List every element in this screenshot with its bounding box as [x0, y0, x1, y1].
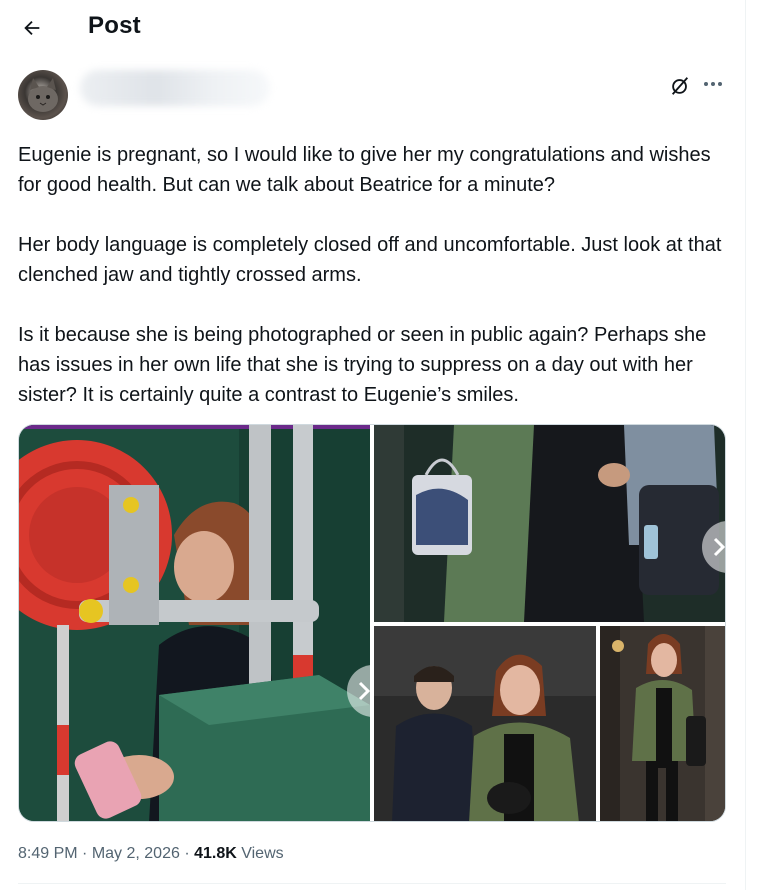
- post-image-3[interactable]: [374, 626, 596, 821]
- arrow-left-icon: [24, 20, 40, 36]
- post-image-1[interactable]: [19, 425, 370, 821]
- page-title: Post: [88, 12, 141, 39]
- post-header: Post: [0, 0, 745, 56]
- post-paragraph: Eugenie is pregnant, so I would like to …: [18, 144, 711, 196]
- column-border: [745, 0, 746, 890]
- post-text: Eugenie is pregnant, so I would like to …: [18, 140, 730, 440]
- views-count: 41.8K: [194, 845, 237, 862]
- author-avatar[interactable]: [18, 70, 68, 120]
- media-grid: [18, 424, 726, 822]
- author-name-blurred[interactable]: [80, 70, 270, 106]
- chevron-right-icon: [713, 537, 725, 557]
- post-image-2[interactable]: [374, 425, 725, 622]
- divider: [18, 883, 726, 884]
- more-horizontal-icon: [704, 82, 722, 86]
- post-meta: 8:49 PM · May 2, 2026 · 41.8K Views: [18, 845, 284, 863]
- post-time[interactable]: 8:49 PM: [18, 845, 78, 862]
- views-label: Views: [236, 845, 284, 862]
- chevron-right-icon: [358, 681, 370, 701]
- post-paragraph: Her body language is completely closed o…: [18, 234, 722, 286]
- meta-separator: ·: [179, 845, 195, 862]
- avatar-cat: [28, 78, 58, 112]
- post-paragraph: Is it because she is being photographed …: [18, 324, 707, 406]
- meta-separator: ·: [77, 845, 92, 862]
- grok-button[interactable]: [668, 74, 692, 98]
- post-date[interactable]: May 2, 2026: [92, 845, 180, 862]
- more-options-button[interactable]: [700, 72, 726, 96]
- back-button[interactable]: [18, 14, 46, 42]
- grok-icon: [671, 77, 689, 95]
- post-image-4[interactable]: [600, 626, 725, 821]
